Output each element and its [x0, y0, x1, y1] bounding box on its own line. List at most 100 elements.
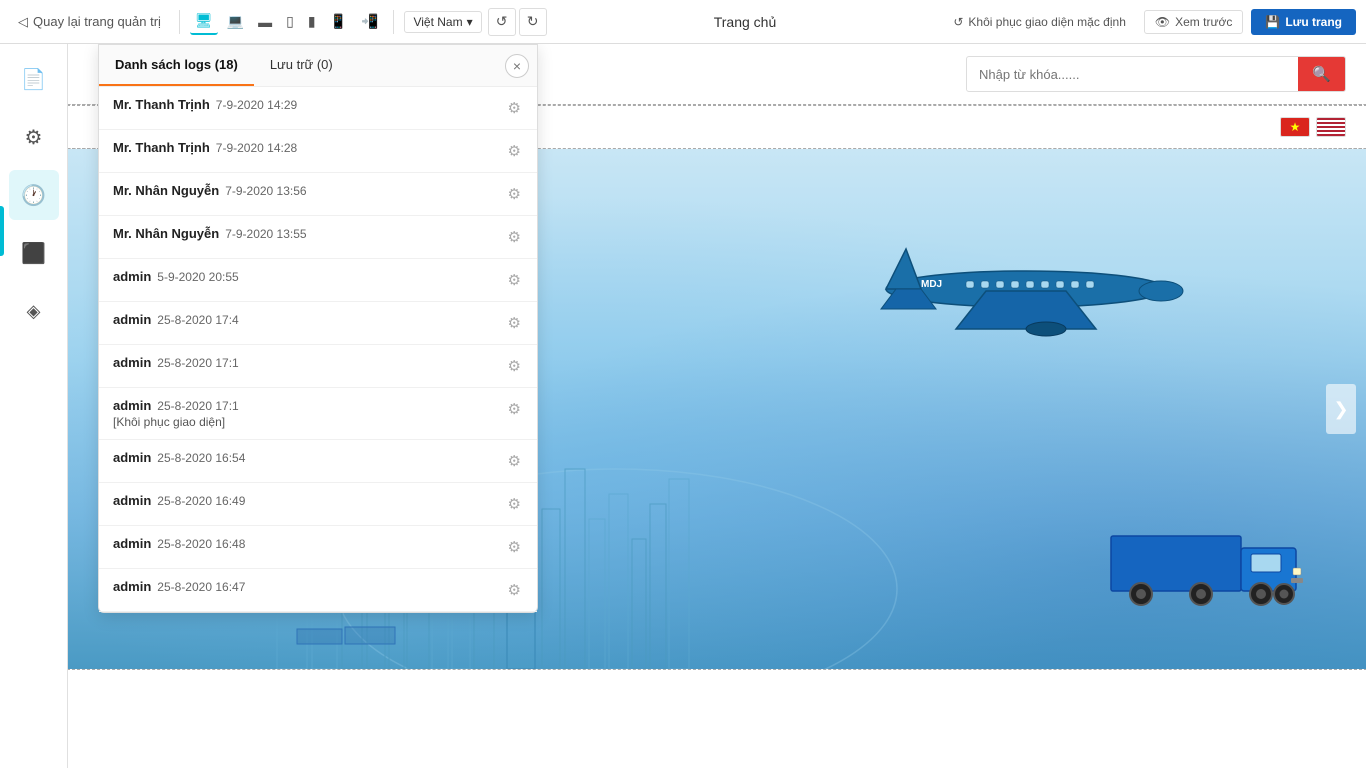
- gear-settings-icon: ⚙: [25, 125, 43, 150]
- log-date: 7-9-2020 13:55: [225, 227, 306, 241]
- log-main-line: admin5-9-2020 20:55: [113, 269, 498, 284]
- log-main-line: Mr. Thanh Trịnh7-9-2020 14:28: [113, 140, 498, 155]
- log-main-line: admin 25-8-2020 16:47: [113, 579, 498, 594]
- logs-tab-archive-label: Lưu trữ (0): [270, 57, 333, 72]
- laptop-icon[interactable]: 💻: [222, 9, 249, 34]
- hero-next-slide-button[interactable]: ❯: [1326, 384, 1356, 434]
- log-settings-icon[interactable]: ⚙: [506, 226, 523, 248]
- log-user: admin: [113, 579, 151, 594]
- log-content: admin5-9-2020 20:55: [113, 269, 498, 284]
- divider2: [393, 10, 394, 34]
- log-item[interactable]: admin25-8-2020 16:48 ⚙: [99, 526, 537, 569]
- eye-icon: 👁: [1155, 15, 1170, 29]
- log-settings-icon[interactable]: ⚙: [506, 355, 523, 377]
- log-main-line: admin25-8-2020 16:54: [113, 450, 498, 465]
- back-arrow-icon: ◁: [18, 14, 28, 30]
- mobile-icon[interactable]: 📱: [325, 9, 352, 34]
- log-item[interactable]: admin25-8-2020 17:1[Khôi phục giao diện]…: [99, 388, 537, 440]
- log-date: 25-8-2020 16:47: [157, 580, 245, 594]
- log-settings-icon[interactable]: ⚙: [506, 536, 523, 558]
- hero-truck: [1106, 506, 1306, 609]
- search-input[interactable]: [967, 59, 1298, 90]
- sidebar-btn-layers[interactable]: ◈: [9, 286, 59, 336]
- log-date: 7-9-2020 14:28: [216, 141, 297, 155]
- undo-redo-group: ↺ ↻: [488, 8, 547, 36]
- log-item[interactable]: Mr. Nhân Nguyễn7-9-2020 13:55⚙: [99, 216, 537, 259]
- preview-button[interactable]: 👁 Xem trước: [1144, 10, 1243, 34]
- log-settings-icon[interactable]: ⚙: [506, 97, 523, 119]
- tablet-portrait-icon[interactable]: ▯: [281, 9, 299, 34]
- logs-panel-header: Danh sách logs (18) Lưu trữ (0) ×: [99, 45, 537, 87]
- log-settings-icon[interactable]: ⚙: [506, 493, 523, 515]
- log-item[interactable]: Mr. Nhân Nguyễn 7-9-2020 13:56 ⚙: [99, 173, 537, 216]
- log-main-line: admin25-8-2020 16:49: [113, 493, 498, 508]
- log-item[interactable]: Mr. Thanh Trịnh7-9-2020 14:28 ⚙: [99, 130, 537, 173]
- log-user: admin: [113, 312, 151, 327]
- region-label: Việt Nam: [413, 15, 462, 29]
- log-item[interactable]: admin5-9-2020 20:55 ⚙: [99, 259, 537, 302]
- back-btn-label: Quay lại trang quản trị: [33, 14, 161, 29]
- logs-panel: Danh sách logs (18) Lưu trữ (0) × Mr. Th…: [98, 44, 538, 613]
- desktop-icon[interactable]: 🖥: [190, 8, 218, 35]
- log-date: 25-8-2020 16:54: [157, 451, 245, 465]
- log-content: admin 25-8-2020 16:47: [113, 579, 498, 594]
- region-dropdown-icon: ▾: [467, 15, 473, 29]
- log-content: admin25-8-2020 16:48: [113, 536, 498, 551]
- redo-button[interactable]: ↻: [519, 8, 547, 36]
- log-content: admin25-8-2020 16:54: [113, 450, 498, 465]
- log-item[interactable]: admin25-8-2020 17:1 ⚙: [99, 345, 537, 388]
- mobile-small-icon[interactable]: 📲: [356, 9, 383, 34]
- logs-list: Mr. Thanh Trịnh7-9-2020 14:29⚙Mr. Thanh …: [99, 87, 537, 612]
- language-flags: [1280, 117, 1346, 137]
- log-settings-icon[interactable]: ⚙: [506, 183, 523, 205]
- log-main-line: admin25-8-2020 17:1: [113, 355, 498, 370]
- log-item[interactable]: admin25-8-2020 17:4⚙: [99, 302, 537, 345]
- svg-text:MDJ: MDJ: [921, 279, 942, 290]
- log-date: 7-9-2020 13:56: [225, 184, 306, 198]
- tablet-small-icon[interactable]: ▮: [303, 9, 321, 34]
- search-button[interactable]: 🔍: [1298, 57, 1345, 91]
- logs-panel-close-button[interactable]: ×: [505, 54, 529, 78]
- sidebar-btn-settings[interactable]: ⚙: [9, 112, 59, 162]
- log-settings-icon[interactable]: ⚙: [506, 312, 523, 334]
- log-settings-icon[interactable]: ⚙: [506, 579, 523, 601]
- device-icons-group: 🖥 💻 ▬ ▯ ▮ 📱 📲: [190, 8, 384, 35]
- tablet-landscape-icon[interactable]: ▬: [253, 10, 277, 34]
- log-content: Mr. Thanh Trịnh7-9-2020 14:29: [113, 97, 498, 112]
- log-content: admin25-8-2020 16:49: [113, 493, 498, 508]
- log-main-line: admin25-8-2020 17:1: [113, 398, 498, 413]
- undo-button[interactable]: ↺: [488, 8, 516, 36]
- log-settings-icon[interactable]: ⚙: [506, 140, 523, 162]
- flag-vietnam[interactable]: [1280, 117, 1310, 137]
- logs-tab-list-label: Danh sách logs (18): [115, 57, 238, 72]
- sidebar-btn-layout[interactable]: ⬛: [9, 228, 59, 278]
- log-item[interactable]: Mr. Thanh Trịnh7-9-2020 14:29 ⚙: [99, 87, 537, 130]
- logs-tab-archive[interactable]: Lưu trữ (0): [254, 45, 349, 86]
- admin-top-bar: ◁ Quay lại trang quản trị 🖥 💻 ▬ ▯ ▮ 📱 📲 …: [0, 0, 1366, 44]
- log-user: admin: [113, 398, 151, 413]
- save-page-button[interactable]: 💾 Lưu trang: [1251, 9, 1356, 35]
- log-settings-icon[interactable]: ⚙: [506, 269, 523, 291]
- search-icon: 🔍: [1312, 66, 1331, 83]
- log-item[interactable]: admin25-8-2020 16:54 ⚙: [99, 440, 537, 483]
- flag-usa[interactable]: [1316, 117, 1346, 137]
- log-item[interactable]: admin25-8-2020 16:49 ⚙: [99, 483, 537, 526]
- log-user: Mr. Nhân Nguyễn: [113, 183, 219, 198]
- sidebar-accent: [0, 206, 4, 256]
- logs-tab-list[interactable]: Danh sách logs (18): [99, 45, 254, 86]
- pages-icon: 📄: [21, 67, 46, 92]
- log-user: admin: [113, 269, 151, 284]
- sidebar-btn-pages[interactable]: 📄: [9, 54, 59, 104]
- sidebar-btn-history[interactable]: 🕐: [9, 170, 59, 220]
- log-settings-icon[interactable]: ⚙: [506, 450, 523, 472]
- layout-icon: ⬛: [21, 241, 46, 266]
- log-main-line: Mr. Thanh Trịnh7-9-2020 14:29: [113, 97, 498, 112]
- log-item[interactable]: admin 25-8-2020 16:47 ⚙: [99, 569, 537, 612]
- region-selector[interactable]: Việt Nam ▾: [404, 11, 481, 33]
- restore-default-button[interactable]: ↺ Khôi phục giao diện mặc định: [943, 11, 1136, 33]
- back-to-admin-button[interactable]: ◁ Quay lại trang quản trị: [10, 10, 169, 34]
- log-settings-icon[interactable]: ⚙: [506, 398, 523, 420]
- preview-label: Xem trước: [1175, 15, 1232, 29]
- restore-icon: ↺: [953, 15, 963, 29]
- close-icon: ×: [513, 58, 521, 74]
